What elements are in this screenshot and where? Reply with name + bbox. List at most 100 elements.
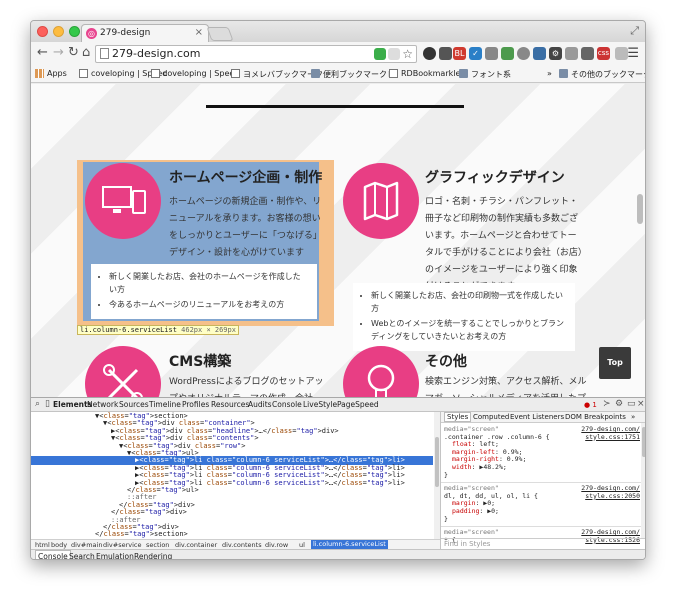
tab-livestyle[interactable]: LiveStyle: [303, 400, 337, 409]
gray-circle-icon[interactable]: [517, 47, 530, 60]
bookmark-apps[interactable]: Apps: [35, 69, 67, 78]
keyboard-icon[interactable]: [615, 47, 628, 60]
page-icon: [389, 69, 398, 78]
styles-scrollbar[interactable]: [641, 423, 645, 538]
breadcrumb-item[interactable]: html: [35, 541, 50, 549]
css-rule[interactable]: media="screen" 279-design.com/dl, dt, dd,…: [444, 484, 640, 523]
ext-css-icon[interactable]: css: [597, 47, 610, 60]
zoom-window-button[interactable]: [69, 26, 80, 37]
tab-close-icon[interactable]: ×: [195, 25, 203, 41]
drawer-tab-rendering[interactable]: Rendering: [134, 552, 172, 559]
cursor-icon[interactable]: [581, 47, 594, 60]
translate-icon[interactable]: [388, 48, 400, 60]
headline-divider: [206, 105, 464, 108]
bookmark-benri[interactable]: 便利ブックマークレ: [311, 69, 395, 80]
breadcrumb-item[interactable]: section: [146, 541, 169, 549]
dom-node[interactable]: </class="tag">section>: [95, 530, 188, 538]
search-icon[interactable]: ⌕: [35, 399, 40, 409]
device-icon[interactable]: ▯: [45, 399, 50, 409]
drawer-tab-console[interactable]: Console: [35, 550, 71, 559]
bookmark-rdbookmarklet[interactable]: RDBookmarklet: [389, 69, 464, 78]
styles-pane: Styles Computed Event Listeners DOM Brea…: [440, 412, 645, 549]
tab-sources[interactable]: Sources: [119, 400, 149, 409]
breadcrumb-item[interactable]: div#main: [71, 541, 102, 549]
close-devtools-icon[interactable]: ×: [637, 399, 645, 409]
tab-timeline[interactable]: Timeline: [149, 400, 181, 409]
lightbulb-icon: [343, 346, 419, 397]
tool-icon[interactable]: [485, 47, 498, 60]
map-icon: [343, 163, 419, 239]
tab-styles[interactable]: Styles: [444, 412, 472, 422]
bookmark-yomereba[interactable]: ヨメレバブックマーク: [231, 69, 323, 80]
bookmark-star-icon[interactable]: ☆: [402, 46, 413, 62]
bookmark-other[interactable]: その他のブックマーク: [559, 69, 645, 80]
page-icon: [100, 48, 109, 59]
menu-icon[interactable]: ☰: [627, 46, 639, 61]
tab-dom-breakpoints[interactable]: DOM Breakpoints: [565, 413, 626, 421]
back-to-top-button[interactable]: Top: [599, 347, 631, 379]
dock-icon[interactable]: ▭: [627, 399, 636, 409]
close-window-button[interactable]: [37, 26, 48, 37]
page-scrollbar[interactable]: [637, 194, 643, 224]
breadcrumb-item[interactable]: div#service: [103, 541, 142, 549]
css-rule[interactable]: media="screen" 279-design.com/.container …: [444, 425, 640, 479]
tab-network[interactable]: Network: [87, 400, 118, 409]
folder-icon: [311, 69, 320, 78]
extension-icon[interactable]: [374, 48, 386, 60]
back-icon[interactable]: ←: [37, 45, 48, 60]
drawer-tab-emulation[interactable]: Emulation: [96, 552, 134, 559]
address-bar[interactable]: 279-design.com ☆: [95, 45, 417, 63]
url-text: 279-design.com: [112, 47, 201, 60]
error-count-badge[interactable]: ● 1: [584, 401, 597, 409]
breadcrumb-item[interactable]: div.row: [265, 541, 288, 549]
breadcrumb-item[interactable]: li.column-6.serviceList: [311, 540, 388, 549]
reload-icon[interactable]: ↻: [68, 45, 79, 60]
console-drawer-icon[interactable]: ≻: [603, 399, 611, 409]
service-title-web: ホームページ企画・制作: [169, 170, 323, 186]
gear-ext-icon[interactable]: ⚙: [549, 47, 562, 60]
bookmark-coveloping-2[interactable]: coveloping | Speed: [151, 69, 239, 78]
list-item: 今あるホームページのリニューアルをお考えの方: [109, 298, 307, 311]
box-icon[interactable]: [565, 47, 578, 60]
styles-tab-bar: Styles Computed Event Listeners DOM Brea…: [441, 412, 645, 423]
breadcrumb-item[interactable]: ul: [299, 541, 305, 549]
tab-profiles[interactable]: Profiles: [182, 400, 209, 409]
tab-event-listeners[interactable]: Event Listeners: [510, 413, 564, 421]
tab-resources[interactable]: Resources: [211, 400, 249, 409]
dom-tree[interactable]: ▼<class="tag">section> ▼<class="tag">div …: [31, 412, 433, 539]
drawer-tab-bar: Console Search Emulation Rendering: [31, 549, 645, 559]
tab-computed[interactable]: Computed: [473, 413, 509, 421]
settings-gear-icon[interactable]: ⚙: [615, 399, 623, 409]
breadcrumb-item[interactable]: div.contents: [222, 541, 262, 549]
tab-console[interactable]: Console: [272, 400, 302, 409]
browser-tab[interactable]: ◎ 279-design ×: [81, 24, 209, 42]
record-icon[interactable]: [423, 47, 436, 60]
service-list-graphic: 新しく開業したお店、会社の印刷物一式を作成したい方 Webとのイメージを統一する…: [353, 283, 575, 351]
bookmarks-overflow-chevron[interactable]: »: [547, 69, 552, 78]
service-list-web: 新しく開業したお店、会社のホームページを作成したい方 今あるホームページのリニュ…: [91, 264, 317, 319]
ext-bl-icon[interactable]: BL: [453, 47, 466, 60]
browser-window: ◎ 279-design × ⤢ ← → ↻ ⌂ 279-design.com …: [30, 20, 646, 560]
tab-audits[interactable]: Audits: [248, 400, 272, 409]
home-icon[interactable]: ⌂: [82, 45, 90, 60]
devtools-tab-bar: ⌕ ▯ Elements Network Sources Timeline Pr…: [31, 398, 645, 412]
drawer-tab-search[interactable]: Search: [69, 552, 95, 559]
new-tab-button[interactable]: [206, 27, 234, 41]
find-in-styles-input[interactable]: Find in Styles: [441, 538, 645, 549]
tab-pagespeed[interactable]: PageSpeed: [337, 400, 379, 409]
breadcrumb-item[interactable]: body: [51, 541, 67, 549]
fullscreen-icon[interactable]: ⤢: [630, 24, 639, 38]
styles-overflow-chevron[interactable]: »: [631, 413, 635, 421]
pencil-icon[interactable]: [439, 47, 452, 60]
minimize-window-button[interactable]: [53, 26, 64, 37]
green-circle-icon[interactable]: [501, 47, 514, 60]
service-text-graphic: ロゴ・名刺・チラシ・パンフレット・冊子など印刷物の制作実績も多数ございます。ホー…: [425, 197, 583, 292]
breadcrumb-item[interactable]: div.container: [175, 541, 217, 549]
forward-icon[interactable]: →: [53, 45, 64, 60]
page-icon: [231, 69, 240, 78]
bookmark-fonts[interactable]: フォント系: [459, 69, 511, 80]
check-icon[interactable]: ✓: [469, 47, 482, 60]
window-icon[interactable]: [533, 47, 546, 60]
rule-divider: [441, 482, 641, 484]
list-item: 新しく開業したお店、会社の印刷物一式を作成したい方: [371, 289, 565, 315]
